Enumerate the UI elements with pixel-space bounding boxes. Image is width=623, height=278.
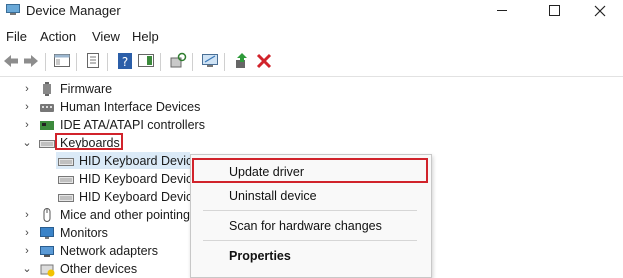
- device-manager-icon: [6, 4, 20, 15]
- tree-label: Mice and other pointing: [60, 208, 190, 222]
- chevron-right-icon[interactable]: ›: [22, 102, 32, 113]
- update-driver-icon[interactable]: [233, 52, 251, 70]
- minimize-icon: [497, 10, 507, 11]
- scan-hardware-icon[interactable]: [169, 52, 187, 70]
- menu-separator: [203, 240, 417, 241]
- window-title: Device Manager: [26, 3, 121, 18]
- keyboard-icon: [39, 140, 55, 148]
- chevron-right-icon[interactable]: ›: [22, 84, 32, 95]
- tree-item-ide-ata-atapi[interactable]: › IDE ATA/ATAPI controllers: [0, 116, 440, 134]
- keyboards-highlight-box: [55, 133, 123, 150]
- tree-label: Firmware: [60, 82, 113, 96]
- tree-item-human-interface-devices[interactable]: › Human Interface Devices: [0, 98, 440, 116]
- toolbar-divider: [0, 76, 623, 77]
- menu-view[interactable]: View: [92, 29, 120, 45]
- svg-text:?: ?: [122, 55, 128, 69]
- keyboard-icon: [58, 194, 74, 202]
- toolbar-separator: [224, 53, 225, 71]
- menu-bar: File Action View Help: [0, 26, 623, 46]
- keyboard-icon: [58, 176, 74, 184]
- tree-label: HID Keyboard Device: [79, 172, 200, 186]
- toolbar-separator: [160, 53, 161, 71]
- minimize-button[interactable]: [479, 0, 525, 22]
- ide-controller-icon: [40, 121, 54, 130]
- unknown-device-icon: [40, 264, 55, 277]
- forward-arrow-icon[interactable]: [22, 52, 40, 70]
- chevron-right-icon[interactable]: ›: [22, 210, 32, 221]
- properties-sheet-icon[interactable]: [84, 52, 102, 70]
- tree-label: IDE ATA/ATAPI controllers: [60, 118, 205, 132]
- context-menu: Update driver Uninstall device Scan for …: [190, 154, 432, 278]
- hid-icon: [40, 104, 54, 112]
- chevron-right-icon[interactable]: ›: [22, 246, 32, 257]
- toolbar-separator: [107, 53, 108, 71]
- menu-item-uninstall-device[interactable]: Uninstall device: [229, 188, 317, 204]
- tree-label: Monitors: [60, 226, 108, 240]
- toolbar-separator: [76, 53, 77, 71]
- tree-item-firmware[interactable]: › Firmware: [0, 80, 440, 98]
- menu-item-update-driver[interactable]: Update driver: [229, 164, 304, 180]
- monitor-icon: [40, 227, 54, 239]
- tree-label: Human Interface Devices: [60, 100, 201, 114]
- network-adapter-icon: [40, 246, 54, 257]
- mouse-icon: [43, 208, 51, 222]
- monitor-icon[interactable]: [201, 52, 219, 70]
- toolbar-separator: [45, 53, 46, 71]
- menu-file[interactable]: File: [6, 29, 27, 45]
- maximize-button[interactable]: [531, 0, 577, 22]
- maximize-icon: [548, 5, 560, 16]
- title-bar: Device Manager: [0, 0, 623, 22]
- menu-item-properties[interactable]: Properties: [229, 248, 291, 264]
- action-pane-icon[interactable]: [137, 52, 155, 70]
- tree-label: HID Keyboard Device: [79, 190, 200, 204]
- chevron-right-icon[interactable]: ›: [22, 228, 32, 239]
- toolbar-separator: [192, 53, 193, 71]
- menu-help[interactable]: Help: [132, 29, 159, 45]
- keyboard-icon: [58, 158, 74, 166]
- close-button[interactable]: [577, 0, 623, 22]
- update-driver-highlight-box: [192, 158, 428, 183]
- console-tree-icon[interactable]: [53, 52, 71, 70]
- tree-label: HID Keyboard Device: [79, 154, 200, 168]
- menu-separator: [203, 210, 417, 211]
- tree-label: Network adapters: [60, 244, 158, 258]
- toolbar: ?: [0, 50, 623, 74]
- chevron-down-icon[interactable]: ⌄: [22, 138, 32, 149]
- menu-item-scan-hardware[interactable]: Scan for hardware changes: [229, 218, 382, 234]
- menu-action[interactable]: Action: [40, 29, 76, 45]
- chevron-down-icon[interactable]: ⌄: [22, 264, 32, 275]
- uninstall-device-icon[interactable]: [255, 52, 273, 70]
- tree-label: Other devices: [60, 262, 138, 276]
- chevron-right-icon[interactable]: ›: [22, 120, 32, 131]
- firmware-icon: [43, 82, 51, 96]
- back-arrow-icon[interactable]: [2, 52, 20, 70]
- help-icon[interactable]: ?: [116, 52, 134, 70]
- close-icon: [594, 5, 606, 17]
